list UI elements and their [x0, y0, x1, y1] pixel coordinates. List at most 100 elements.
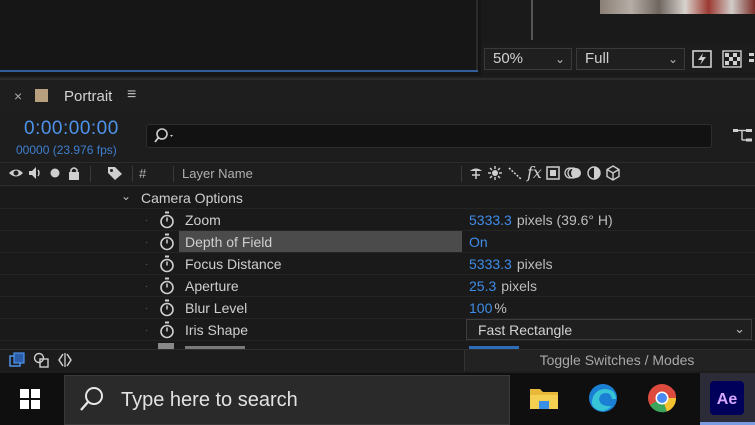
property-name: Focus Distance [185, 256, 282, 272]
iris-shape-value: Fast Rectangle [478, 322, 573, 338]
layer-switches-pane-icon[interactable] [9, 352, 25, 368]
stopwatch-icon[interactable] [159, 299, 175, 317]
column-separator [173, 166, 174, 182]
property-value[interactable]: 100% [469, 300, 507, 316]
property-row-iris-shape[interactable]: · Iris Shape Fast Rectangle ⌄ [0, 319, 755, 341]
edge-icon[interactable] [586, 381, 620, 415]
property-row-blur-level[interactable]: · Blur Level 100% [0, 297, 755, 319]
property-row-focus-distance[interactable]: · Focus Distance 5333.3 pixels [0, 253, 755, 275]
fast-preview-icon[interactable] [690, 48, 714, 70]
quality-icon[interactable] [507, 165, 523, 181]
timeline-tab-title[interactable]: Portrait [64, 88, 112, 105]
iris-shape-dropdown[interactable]: Fast Rectangle ⌄ [466, 319, 752, 340]
column-separator [461, 166, 462, 182]
viewer-left-pane [0, 0, 478, 72]
stopwatch-icon[interactable] [159, 233, 175, 251]
property-value-unit: pixels [516, 256, 553, 272]
property-group-row[interactable]: ⌄ Camera Options [0, 187, 755, 209]
property-value-number[interactable]: On [469, 234, 488, 250]
transfer-controls-pane-icon[interactable] [33, 352, 49, 368]
search-icon [154, 128, 173, 143]
expand-arrow-icon[interactable]: ⌄ [121, 189, 131, 203]
property-value-unit: % [494, 300, 507, 316]
resolution-value: Full [585, 50, 610, 67]
more-icon[interactable] [746, 48, 755, 70]
property-value[interactable]: 5333.3 pixels [469, 256, 553, 272]
property-row-aperture[interactable]: · Aperture 25.3 pixels [0, 275, 755, 297]
property-value-number[interactable]: 5333.3 [469, 256, 512, 272]
frame-count-fps: 00000 (23.976 fps) [16, 143, 117, 157]
property-value-number[interactable]: 5333.3 [469, 212, 512, 228]
property-value-unit: pixels [501, 278, 538, 294]
property-name: Iris Shape [185, 322, 249, 338]
motion-blur-icon[interactable] [564, 165, 582, 181]
3d-layer-icon[interactable] [605, 165, 621, 181]
property-bullet: · [145, 215, 149, 226]
stopwatch-icon[interactable] [159, 211, 175, 229]
property-bullet: · [145, 303, 149, 314]
lock-icon[interactable] [66, 165, 82, 181]
composition-color-swatch [35, 89, 48, 102]
effects-icon[interactable]: fx [527, 163, 542, 182]
property-value-number[interactable]: 100 [469, 300, 492, 316]
adjustment-icon[interactable] [586, 165, 602, 181]
composition-flowchart-icon[interactable] [732, 126, 754, 146]
stopwatch-icon[interactable] [159, 321, 175, 339]
property-value[interactable]: 25.3 pixels [469, 278, 537, 294]
column-separator [132, 166, 133, 182]
current-time-display[interactable]: 0:00:00:00 [24, 118, 119, 140]
close-tab-icon[interactable]: × [14, 88, 22, 104]
audio-icon[interactable] [27, 165, 43, 181]
timeline-panel-tab-bar [0, 78, 755, 114]
shy-icon[interactable] [468, 165, 484, 181]
layer-property-list: ⌄ Camera Options · Zoom 5333.3 pixels (39… [0, 187, 755, 349]
property-group-name: Camera Options [141, 190, 243, 206]
magnification-value: 50% [493, 50, 524, 67]
search-icon [80, 387, 103, 411]
property-row-depth-of-field[interactable]: · Depth of Field On [0, 231, 755, 253]
composition-preview-image [600, 0, 755, 14]
column-separator [90, 166, 91, 182]
property-value-number[interactable]: 25.3 [469, 278, 496, 294]
property-bullet: · [145, 237, 149, 248]
in-out-pane-icon[interactable] [57, 352, 73, 368]
transparency-grid-icon[interactable] [720, 48, 744, 70]
layer-name-column[interactable]: Layer Name [182, 166, 253, 181]
composition-frame-edge [531, 0, 533, 40]
property-value[interactable]: On [469, 234, 488, 250]
property-name: Blur Level [185, 300, 248, 316]
frame-blend-icon[interactable] [545, 165, 561, 181]
after-effects-icon[interactable]: Ae [710, 381, 744, 415]
property-name: Aperture [185, 278, 239, 294]
property-bullet: · [145, 259, 149, 270]
property-bullet: · [145, 325, 149, 336]
magnification-dropdown[interactable]: 50% ⌄ [484, 48, 572, 70]
active-panel-indicator [0, 70, 478, 72]
stopwatch-icon[interactable] [159, 255, 175, 273]
layer-number-column: # [139, 166, 147, 181]
stopwatch-icon[interactable] [159, 277, 175, 295]
property-row-zoom[interactable]: · Zoom 5333.3 pixels (39.6° H) [0, 209, 755, 231]
toggle-switches-modes-button[interactable]: Toggle Switches / Modes [464, 350, 755, 371]
solo-icon[interactable] [48, 165, 62, 181]
chrome-icon[interactable] [645, 381, 679, 415]
after-effects-label: Ae [717, 391, 738, 408]
property-name: Zoom [185, 212, 221, 228]
collapse-icon[interactable] [487, 165, 503, 181]
property-name: Depth of Field [185, 234, 273, 250]
taskbar-search-placeholder: Type here to search [121, 389, 298, 411]
chevron-down-icon: ⌄ [554, 52, 565, 66]
file-explorer-icon[interactable] [527, 381, 561, 415]
layer-search-input[interactable] [146, 124, 712, 148]
eye-icon[interactable] [8, 165, 24, 181]
chevron-down-icon: ⌄ [734, 321, 745, 336]
property-value-unit: pixels (39.6° H) [516, 212, 613, 228]
windows-start-icon[interactable] [20, 389, 40, 409]
panel-menu-icon[interactable]: ≡ [127, 86, 136, 104]
label-tag-icon[interactable] [106, 165, 124, 181]
property-bullet: · [145, 281, 149, 292]
property-value[interactable]: 5333.3 pixels (39.6° H) [469, 212, 613, 228]
resolution-dropdown[interactable]: Full ⌄ [576, 48, 685, 70]
partially-visible-row [158, 343, 519, 349]
chevron-down-icon: ⌄ [667, 52, 678, 66]
